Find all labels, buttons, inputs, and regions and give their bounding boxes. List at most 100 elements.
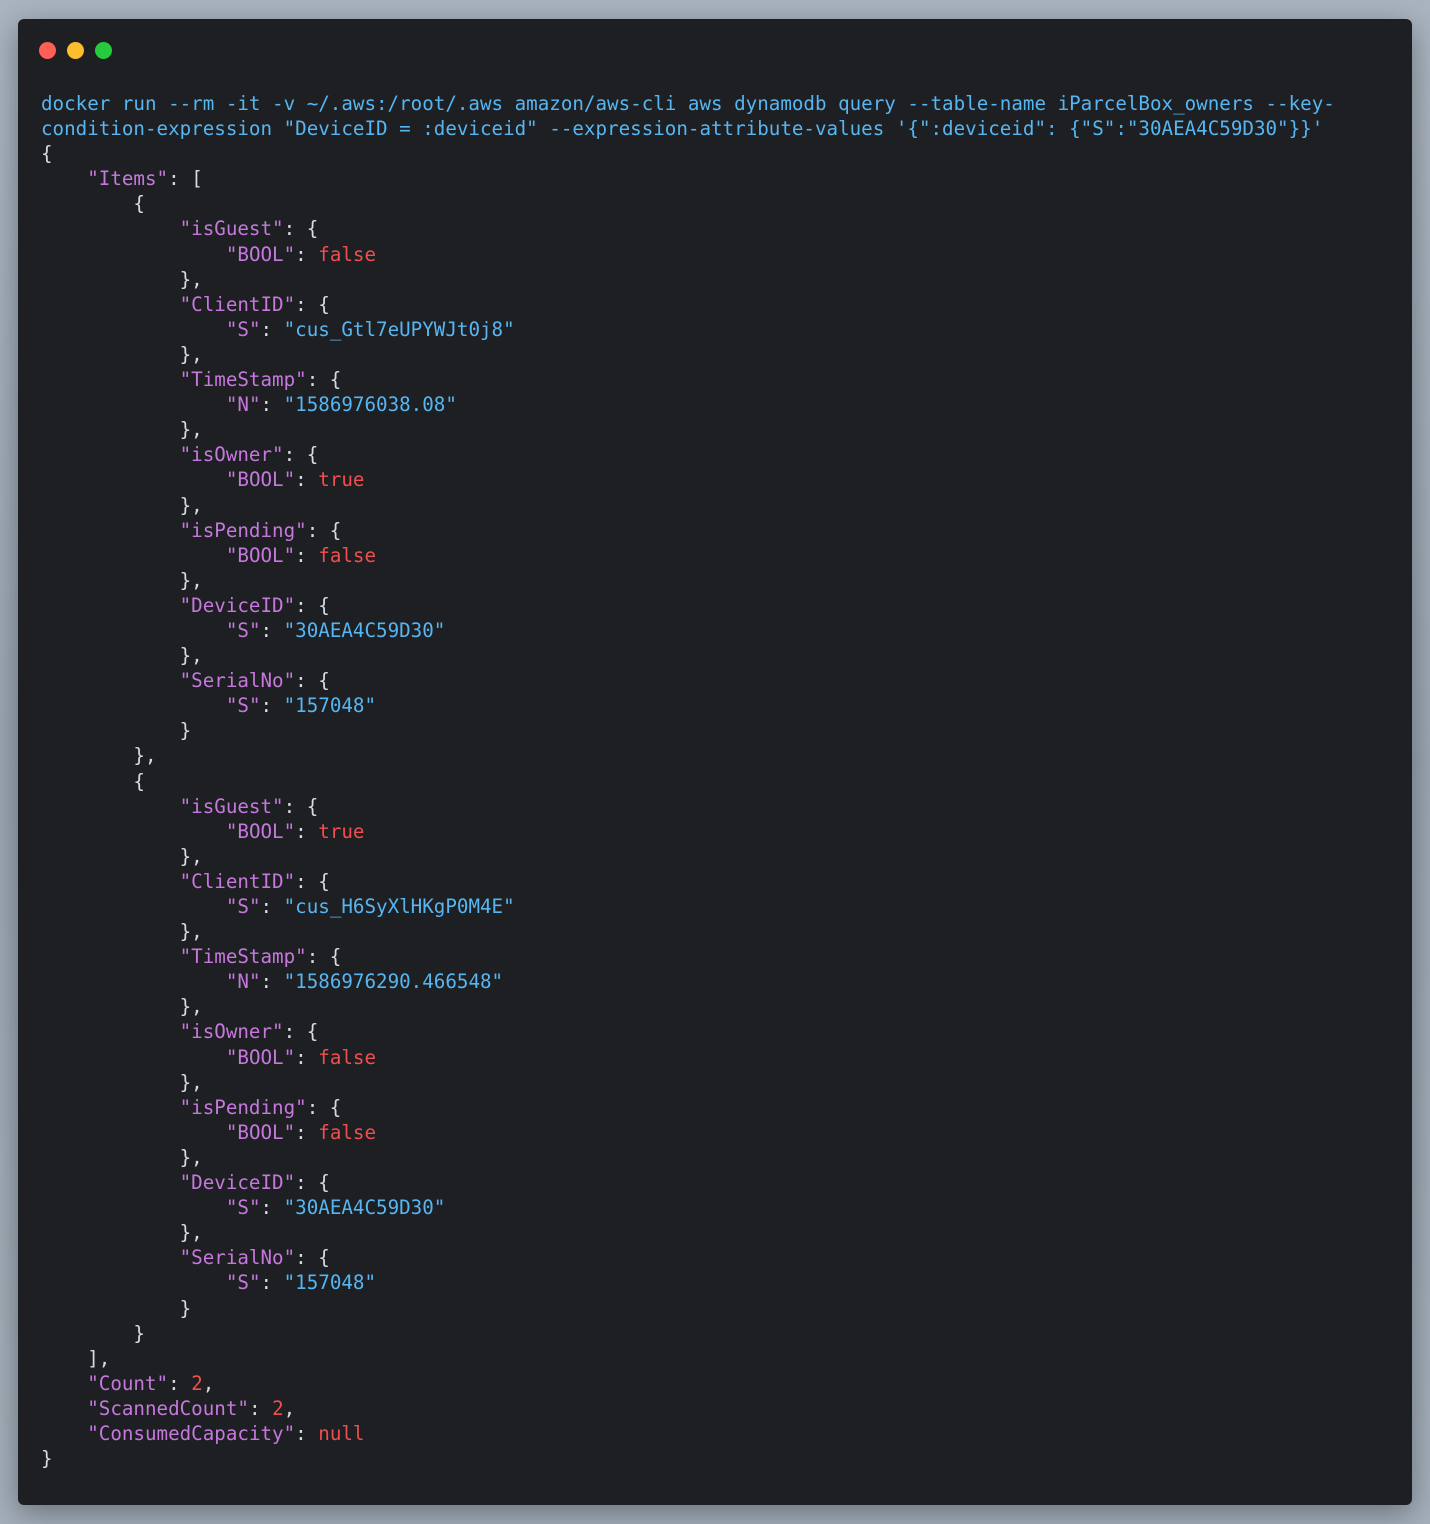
terminal-output[interactable]: docker run --rm -it -v ~/.aws:/root/.aws… bbox=[41, 91, 1392, 1471]
json-line: }, bbox=[41, 1070, 203, 1094]
json-line: "Items": [ bbox=[87, 167, 203, 191]
json-line: }, bbox=[41, 920, 203, 944]
json-line: ], bbox=[41, 1346, 111, 1370]
json-line: { bbox=[41, 142, 53, 166]
window-titlebar bbox=[18, 19, 1412, 79]
json-line: "N": "1586976038.08" bbox=[225, 393, 457, 417]
json-key: "ConsumedCapacity" bbox=[87, 1421, 296, 1445]
json-line: }, bbox=[41, 1221, 203, 1245]
json-type-key: "BOOL" bbox=[225, 242, 296, 266]
json-type-key: "N" bbox=[225, 970, 261, 994]
json-value: "cus_H6SyXlHKgP0M4E" bbox=[283, 895, 515, 918]
json-key: "isGuest" bbox=[179, 794, 284, 818]
json-key: "ClientID" bbox=[179, 869, 296, 893]
json-line: "SerialNo": { bbox=[179, 1246, 330, 1270]
json-line: } bbox=[41, 719, 192, 743]
json-line: }, bbox=[41, 267, 203, 291]
json-type-key: "S" bbox=[225, 895, 261, 918]
json-key: "SerialNo" bbox=[179, 1246, 296, 1270]
json-type-key: "S" bbox=[225, 694, 261, 718]
json-line: "BOOL": false bbox=[225, 1120, 377, 1144]
json-key: "TimeStamp" bbox=[179, 945, 307, 969]
command-line: condition-expression "DeviceID = :device… bbox=[41, 116, 1392, 141]
json-key: "Items" bbox=[87, 167, 169, 191]
json-value: "1586976290.466548" bbox=[283, 970, 504, 994]
json-line: "isPending": { bbox=[179, 518, 342, 542]
json-type-key: "BOOL" bbox=[225, 819, 296, 843]
json-line: }, bbox=[41, 644, 203, 668]
minimize-window-button[interactable] bbox=[67, 42, 84, 59]
json-line: "S": "cus_H6SyXlHKgP0M4E" bbox=[225, 895, 515, 918]
maximize-window-button[interactable] bbox=[95, 42, 112, 59]
json-value: "157048" bbox=[283, 1271, 377, 1295]
json-line: }, bbox=[41, 342, 203, 366]
json-value: "30AEA4C59D30" bbox=[283, 1196, 446, 1220]
json-key: "SerialNo" bbox=[179, 669, 296, 693]
json-value: true bbox=[318, 468, 365, 492]
json-line: "S": "157048" bbox=[225, 1271, 377, 1295]
json-value: "1586976038.08" bbox=[283, 393, 457, 417]
json-line: "S": "cus_Gtl7eUPYWJt0j8" bbox=[225, 317, 515, 341]
json-value: 2 bbox=[272, 1396, 284, 1420]
json-line: }, bbox=[41, 418, 203, 442]
json-value: null bbox=[318, 1421, 365, 1445]
json-line: } bbox=[41, 1447, 53, 1471]
json-key: "DeviceID" bbox=[179, 593, 296, 617]
json-line: "DeviceID": { bbox=[179, 593, 330, 617]
json-key: "isPending" bbox=[179, 1095, 307, 1119]
json-value: true bbox=[318, 819, 365, 843]
json-line: "BOOL": true bbox=[225, 819, 365, 843]
json-line: "ConsumedCapacity": null bbox=[87, 1421, 365, 1445]
json-line: "ClientID": { bbox=[179, 292, 330, 316]
json-value: false bbox=[318, 543, 377, 567]
json-line: "TimeStamp": { bbox=[179, 945, 342, 969]
json-type-key: "N" bbox=[225, 393, 261, 417]
json-line: }, bbox=[41, 744, 157, 768]
json-line: } bbox=[41, 1296, 192, 1320]
json-key: "isGuest" bbox=[179, 217, 284, 241]
json-type-key: "BOOL" bbox=[225, 468, 296, 492]
json-line: "isOwner": { bbox=[179, 1020, 319, 1044]
json-type-key: "S" bbox=[225, 618, 261, 642]
json-line: { bbox=[41, 769, 145, 793]
json-line: "BOOL": true bbox=[225, 468, 365, 492]
json-type-key: "BOOL" bbox=[225, 1045, 296, 1069]
json-type-key: "S" bbox=[225, 317, 261, 341]
json-type-key: "S" bbox=[225, 1271, 261, 1295]
json-line: } bbox=[41, 1321, 145, 1345]
json-key: "isOwner" bbox=[179, 443, 284, 467]
json-value: "157048" bbox=[283, 694, 377, 718]
json-type-key: "BOOL" bbox=[225, 543, 296, 567]
close-window-button[interactable] bbox=[39, 42, 56, 59]
json-line: "DeviceID": { bbox=[179, 1171, 330, 1195]
json-line: "ScannedCount": 2, bbox=[87, 1396, 296, 1420]
command-line: docker run --rm -it -v ~/.aws:/root/.aws… bbox=[41, 91, 1392, 116]
terminal-window: docker run --rm -it -v ~/.aws:/root/.aws… bbox=[18, 19, 1412, 1505]
json-key: "ClientID" bbox=[179, 292, 296, 316]
json-line: "ClientID": { bbox=[179, 869, 330, 893]
json-line: "isOwner": { bbox=[179, 443, 319, 467]
json-line: "BOOL": false bbox=[225, 543, 377, 567]
json-key: "isOwner" bbox=[179, 1020, 284, 1044]
json-line: "isGuest": { bbox=[179, 794, 319, 818]
json-line: "S": "30AEA4C59D30" bbox=[225, 618, 446, 642]
json-value: "cus_Gtl7eUPYWJt0j8" bbox=[283, 317, 515, 341]
json-line: "isPending": { bbox=[179, 1095, 342, 1119]
json-line: "SerialNo": { bbox=[179, 669, 330, 693]
json-line: "S": "157048" bbox=[225, 694, 377, 718]
json-line: "Count": 2, bbox=[87, 1371, 215, 1395]
json-value: false bbox=[318, 1120, 377, 1144]
json-value: 2 bbox=[191, 1371, 203, 1395]
json-type-key: "S" bbox=[225, 1196, 261, 1220]
json-line: }, bbox=[41, 568, 203, 592]
json-line: "BOOL": false bbox=[225, 1045, 377, 1069]
json-key: "Count" bbox=[87, 1371, 169, 1395]
json-line: "BOOL": false bbox=[225, 242, 377, 266]
json-line: "S": "30AEA4C59D30" bbox=[225, 1196, 446, 1220]
json-value: "30AEA4C59D30" bbox=[283, 618, 446, 642]
json-key: "DeviceID" bbox=[179, 1171, 296, 1195]
json-key: "isPending" bbox=[179, 518, 307, 542]
json-line: { bbox=[41, 192, 145, 216]
json-line: }, bbox=[41, 493, 203, 517]
command-text: docker run --rm -it -v ~/.aws:/root/.aws… bbox=[41, 92, 1335, 115]
